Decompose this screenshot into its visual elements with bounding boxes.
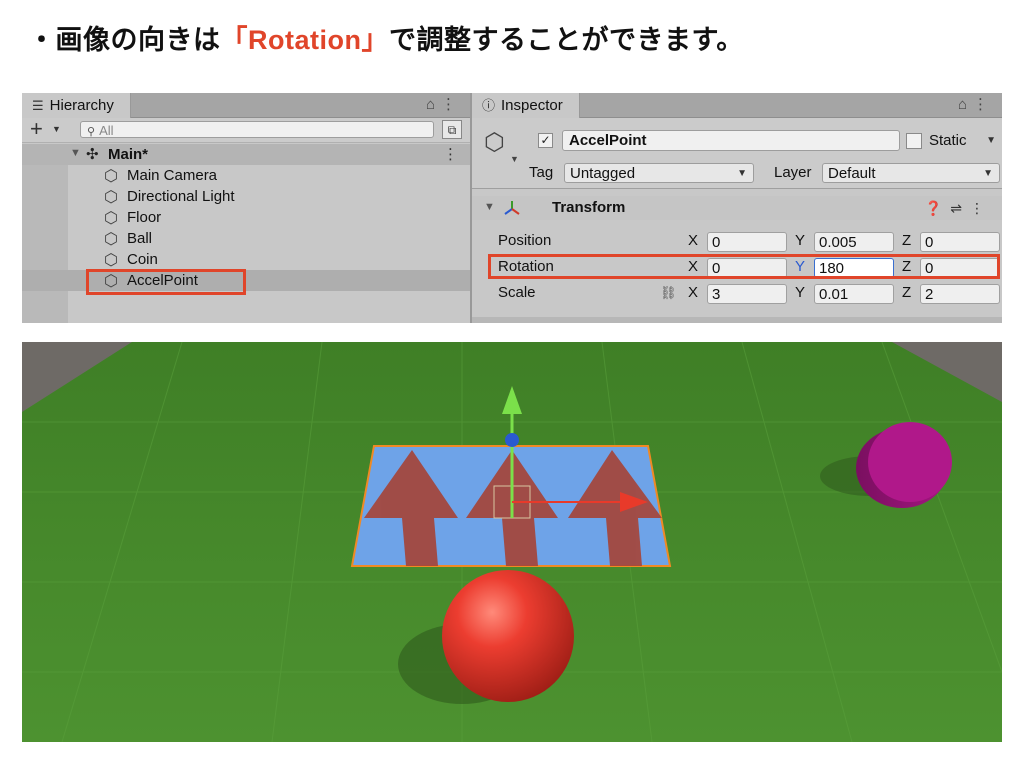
layer-dropdown[interactable]: Default ▼	[822, 163, 1000, 183]
search-scene-button[interactable]: ⧉	[442, 120, 462, 139]
list-item-label: Main Camera	[127, 167, 218, 184]
scene-name: Main*	[108, 146, 149, 163]
lock-icon[interactable]: ⌂	[426, 96, 441, 113]
hierarchy-panel: ☰ Hierarchy ⌂⋮ + ▼ ⚲ All ⧉ ▼ ✣ Main* ⋮ ⬡ M…	[22, 93, 472, 323]
cube-icon: ⬡	[104, 252, 118, 269]
headline-text-after: で調整することができます。	[388, 25, 744, 55]
hierarchy-tabbar: ☰ Hierarchy ⌂⋮	[22, 93, 470, 118]
scale-x-field[interactable]: 3	[707, 284, 787, 304]
headline: ・画像の向きは「Rotation」で調整することができます。	[28, 18, 744, 57]
scene-root-row[interactable]: ▼ ✣ Main* ⋮	[22, 144, 470, 165]
tab-hierarchy[interactable]: ☰ Hierarchy	[22, 93, 131, 118]
list-item-label: Directional Light	[127, 188, 235, 205]
transform-header[interactable]: ▼ Transform ❓⇌⋮	[472, 196, 1002, 220]
cube-icon: ⬡	[104, 231, 118, 248]
active-checkbox[interactable]: ✓	[538, 133, 553, 148]
highlight-box-accelpoint	[86, 269, 246, 295]
highlight-box-rotation	[488, 254, 1000, 279]
position-z-field[interactable]: 0	[920, 232, 1000, 252]
chevron-down-icon[interactable]: ▼	[52, 124, 61, 134]
axis-y-label[interactable]: Y	[795, 281, 805, 305]
axis-y-label[interactable]: Y	[795, 229, 805, 253]
axis-x-label[interactable]: X	[688, 229, 698, 253]
constrain-proportions-icon[interactable]: ⛓	[660, 281, 677, 305]
list-item[interactable]: ⬡ Directional Light	[22, 186, 470, 207]
position-x-field[interactable]: 0	[707, 232, 787, 252]
component-name: Transform	[552, 199, 626, 216]
axis-z-label[interactable]: Z	[902, 281, 911, 305]
list-item[interactable]: ⬡ Coin	[22, 249, 470, 270]
tag-value: Untagged	[570, 165, 636, 182]
ball[interactable]	[442, 570, 574, 702]
position-label: Position	[498, 232, 552, 249]
kebab-menu-icon[interactable]: ⋮	[973, 96, 994, 113]
list-item[interactable]: ⬡ Ball	[22, 228, 470, 249]
info-icon: ⓘ	[482, 98, 496, 113]
tag-label: Tag	[529, 164, 554, 181]
cube-icon: ⬡	[104, 189, 118, 206]
chevron-down-icon: ▼	[983, 168, 993, 179]
inspector-tab-actions: ⌂⋮	[958, 93, 994, 117]
editor-panels: ☰ Hierarchy ⌂⋮ + ▼ ⚲ All ⧉ ▼ ✣ Main* ⋮ ⬡ M…	[22, 93, 1002, 323]
preset-icon[interactable]: ⇌	[950, 200, 970, 216]
scene-menu-icon[interactable]: ⋮	[443, 144, 458, 165]
hierarchy-search-input[interactable]: ⚲ All	[80, 121, 434, 138]
scale-label: Scale	[498, 284, 536, 301]
scale-row: Scale ⛓ X 3 Y 0.01 Z 2	[472, 281, 1002, 305]
object-name-field[interactable]: AccelPoint	[562, 130, 900, 151]
tab-inspector[interactable]: ⓘ Inspector	[472, 93, 580, 118]
static-label: Static	[929, 132, 967, 149]
kebab-menu-icon[interactable]: ⋮	[441, 96, 462, 113]
layer-value: Default	[828, 165, 876, 182]
unity-logo-icon: ✣	[86, 146, 99, 163]
hierarchy-toolbar: + ▼ ⚲ All ⧉	[22, 118, 470, 143]
lock-icon[interactable]: ⌂	[958, 96, 973, 113]
axis-z-label[interactable]: Z	[902, 229, 911, 253]
list-item[interactable]: ⬡ Main Camera	[22, 165, 470, 186]
transform-icon	[502, 198, 522, 222]
chevron-down-icon: ▼	[737, 168, 747, 179]
component-actions: ❓⇌⋮	[925, 196, 992, 220]
add-object-button[interactable]: +	[30, 118, 43, 140]
headline-text-before: 画像の向きは	[55, 25, 221, 55]
gizmo-z-handle[interactable]	[505, 433, 519, 447]
expand-triangle-icon[interactable]: ▼	[70, 147, 81, 159]
tag-dropdown[interactable]: Untagged ▼	[564, 163, 754, 183]
list-icon: ☰	[32, 98, 44, 113]
scene-viewport[interactable]	[22, 342, 1002, 742]
list-item-label: Coin	[127, 251, 158, 268]
cube-icon: ⬡	[104, 168, 118, 185]
headline-highlight: 「Rotation」	[220, 25, 389, 55]
coin[interactable]	[868, 422, 952, 502]
static-dropdown-icon[interactable]: ▼	[986, 135, 996, 146]
inspector-tabbar: ⓘ Inspector ⌂⋮	[472, 93, 1002, 118]
list-item-label: Floor	[127, 209, 162, 226]
inspector-panel: ⓘ Inspector ⌂⋮ ⬡ ▼ ✓ AccelPoint Static ▼ …	[472, 93, 1002, 323]
scale-y-field[interactable]: 0.01	[814, 284, 894, 304]
hierarchy-tree: ⬡ Main Camera ⬡ Directional Light ⬡ Floo…	[22, 165, 470, 323]
scene-canvas[interactable]	[22, 342, 1002, 742]
icon-dropdown-arrow-icon[interactable]: ▼	[510, 154, 519, 164]
axis-x-label[interactable]: X	[688, 281, 698, 305]
headline-bullet: ・	[28, 25, 56, 55]
layer-label: Layer	[774, 164, 812, 181]
list-item[interactable]: ⬡ Floor	[22, 207, 470, 228]
cube-icon: ⬡	[104, 210, 118, 227]
collapse-triangle-icon[interactable]: ▼	[484, 201, 495, 213]
list-item-label: Ball	[127, 230, 153, 247]
tab-hierarchy-label: Hierarchy	[49, 97, 114, 114]
search-placeholder: All	[99, 123, 114, 138]
gameobject-header: ⬡ ▼ ✓ AccelPoint Static ▼ Tag Untagged ▼…	[472, 118, 1002, 189]
kebab-menu-icon[interactable]: ⋮	[970, 200, 992, 216]
position-y-field[interactable]: 0.005	[814, 232, 894, 252]
gameobject-icon[interactable]: ⬡	[484, 128, 505, 157]
panel-bottom-divider	[472, 317, 1002, 323]
scale-z-field[interactable]: 2	[920, 284, 1000, 304]
hierarchy-tab-actions: ⌂⋮	[426, 93, 462, 117]
static-checkbox[interactable]	[906, 133, 922, 149]
tab-inspector-label: Inspector	[501, 97, 563, 114]
help-icon[interactable]: ❓	[925, 200, 950, 216]
search-icon: ⚲	[87, 126, 96, 138]
position-row: Position X 0 Y 0.005 Z 0	[472, 229, 1002, 253]
